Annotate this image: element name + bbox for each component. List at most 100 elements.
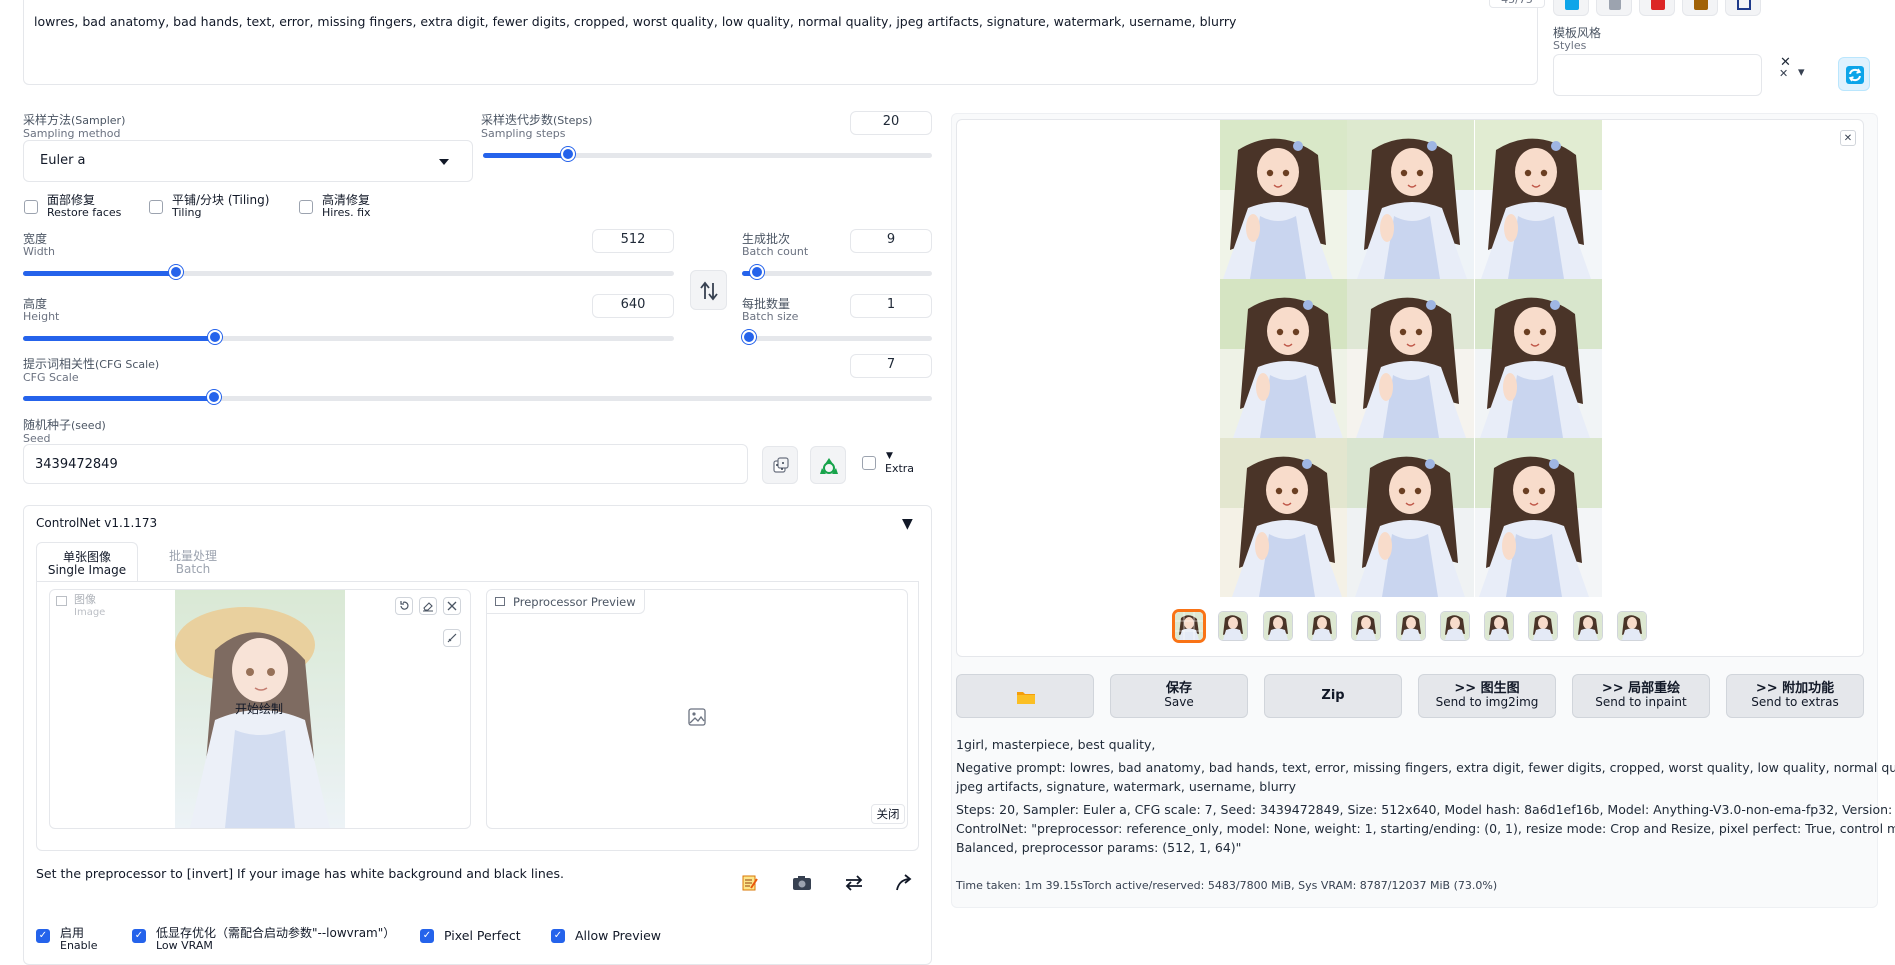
send-to-inpaint-button[interactable]: >> 局部重绘 Send to inpaint [1572,674,1710,718]
gallery-thumbnail[interactable] [1263,612,1292,640]
gallery-thumbnail-grid[interactable] [1175,612,1203,640]
collapse-icon[interactable]: ▼ [902,516,913,532]
enable-checkbox[interactable]: ✓ [36,929,50,943]
gallery-thumbnail[interactable] [1529,612,1558,640]
width-number-input[interactable]: 512 [592,229,674,253]
batch-count-label-zh: 生成批次 [742,232,791,246]
pixel-perfect-label: Pixel Perfect [444,928,521,943]
seed-label-suffix: (seed) [71,419,106,432]
extra-seed-checkbox[interactable] [862,456,876,470]
batch-count-slider-handle[interactable] [750,265,765,279]
webcam-button[interactable] [784,866,818,898]
save-label-en: Save [1164,695,1194,709]
extra-networks-button[interactable] [1639,0,1675,16]
steps-slider[interactable] [483,147,932,161]
height-slider-handle[interactable] [208,330,223,344]
swap-dimensions-button[interactable] [690,270,727,310]
gallery-thumbnail[interactable] [1618,612,1646,640]
sampler-dropdown[interactable]: Euler a [23,140,473,182]
cfg-slider-handle[interactable] [206,390,221,404]
send-dimensions-button[interactable] [886,866,920,898]
gallery-thumbnail[interactable] [1396,612,1425,640]
restore-faces-checkbox[interactable] [24,200,38,214]
pixel-perfect-checkbox[interactable]: ✓ [420,929,434,943]
close-gallery-button[interactable]: ✕ [1840,130,1856,146]
preview-grid-image[interactable] [1220,120,1602,597]
image-icon [495,597,505,606]
seed-input[interactable]: 3439472849 [23,444,748,484]
clear-drawing-button[interactable] [419,597,437,615]
batch-size-label: 每批数量 Batch size [742,297,798,323]
brush-button[interactable] [443,629,461,647]
zip-button[interactable]: Zip [1264,674,1402,718]
extra-arrow-icon: ▼ [886,451,893,461]
height-slider-fill [23,336,216,341]
hires-fix-checkbox[interactable] [299,200,313,214]
time-taken: Time taken: 1m 39.15sTorch active/reserv… [956,879,1498,892]
negative-prompt-text: lowres, bad anatomy, bad hands, text, er… [34,14,1237,29]
refresh-styles-button[interactable] [1838,57,1870,91]
gallery-thumbnail[interactable] [1352,612,1381,640]
save-button[interactable]: 保存 Save [1110,674,1248,718]
image-label-zh: 图像 [74,593,96,606]
allow-preview-checkbox[interactable]: ✓ [551,929,565,943]
generation-negative-1: Negative prompt: lowres, bad anatomy, ba… [956,760,1895,775]
send-to-img2img-button[interactable]: >> 图生图 Send to img2img [1418,674,1556,718]
batch-count-slider[interactable] [742,265,932,279]
send-to-inpaint-zh: >> 局部重绘 [1601,681,1681,696]
undo-button[interactable] [395,597,413,615]
steps-slider-handle[interactable] [561,147,576,161]
low-vram-checkbox[interactable]: ✓ [132,929,146,943]
save-style-button[interactable] [1725,0,1761,16]
send-to-extras-button[interactable]: >> 附加功能 Send to extras [1726,674,1864,718]
gallery-thumbnail[interactable] [1219,612,1248,640]
clipboard-button[interactable] [1682,0,1718,16]
image-placeholder-icon [688,708,706,726]
width-slider-handle[interactable] [168,265,183,279]
cfg-label-suffix: (CFG Scale) [95,358,160,371]
height-slider[interactable] [23,330,674,344]
gallery-thumbnail[interactable] [1307,612,1336,640]
trash-button[interactable] [1596,0,1632,16]
height-number-input[interactable]: 640 [592,294,674,318]
remove-image-button[interactable] [443,597,461,615]
cfg-label: 提示词相关性(CFG Scale) CFG Scale [23,357,159,384]
open-folder-button[interactable] [956,674,1094,718]
gallery-thumbnail[interactable] [1440,612,1469,640]
thumbnail-strip [1171,608,1651,648]
seed-label-zh: 随机种子 [23,418,72,432]
styles-dropdown[interactable]: ✕ ✕ ▾ [1553,54,1805,96]
styles-clear-icon[interactable]: ✕ [1779,67,1788,80]
edit-button[interactable] [732,866,766,898]
steps-number-input[interactable]: 20 [850,111,932,135]
controlnet-image-input[interactable]: 图像 Image 开始绘制 [49,589,471,829]
tiling-checkbox[interactable] [149,200,163,214]
batch-size-slider-handle[interactable] [742,330,756,344]
batch-count-number-input[interactable]: 9 [850,229,932,253]
generated-image-tile [1347,120,1475,279]
gallery-thumbnail[interactable] [1573,612,1602,640]
batch-size-number-input[interactable]: 1 [850,294,932,318]
chevron-down-icon [439,159,449,165]
enable-label-zh: 启用 [60,926,85,940]
refresh-icon [1846,66,1864,84]
gallery-thumbnail[interactable] [1485,612,1514,640]
cfg-number-input[interactable]: 7 [850,354,932,378]
close-preview-button[interactable]: 关闭 [871,804,905,824]
tab-batch[interactable]: 批量处理 Batch [148,542,238,582]
width-slider[interactable] [23,265,674,279]
tab-single-image[interactable]: 单张图像 Single Image [36,542,138,582]
generated-image-tile [1347,438,1475,597]
thumbnail-image [1175,612,1203,640]
batch-size-slider[interactable] [742,330,932,344]
random-seed-button[interactable] [762,446,798,484]
generation-params-3: Balanced, preprocessor params: (512, 1, … [956,840,1242,855]
mirror-webcam-button[interactable] [836,866,870,898]
paste-button[interactable] [1553,0,1589,16]
eraser-icon [423,602,433,612]
preprocessor-preview: Preprocessor Preview 关闭 [486,589,908,829]
reuse-seed-button[interactable] [810,446,846,484]
cfg-slider[interactable] [23,390,932,404]
low-vram-label-zh: 低显存优化（需配合启动参数"--lowvram"） [156,926,396,940]
negative-prompt-input[interactable]: lowres, bad anatomy, bad hands, text, er… [23,0,1545,85]
